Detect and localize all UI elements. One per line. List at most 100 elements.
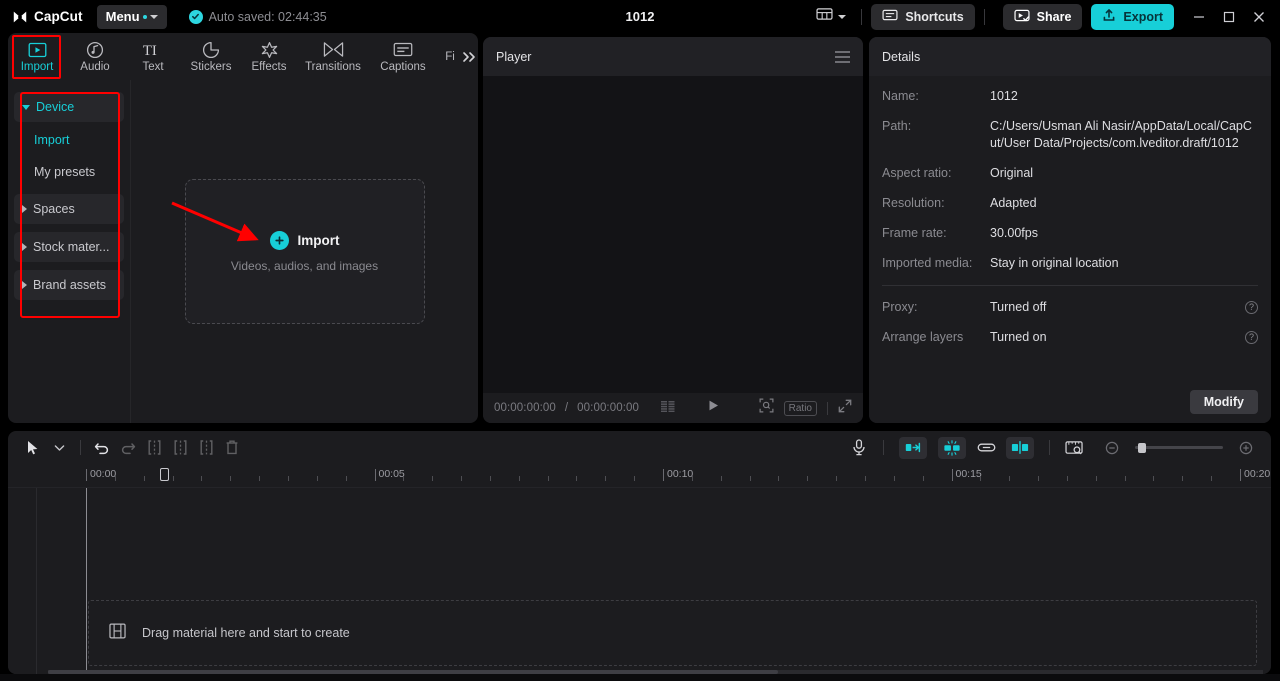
split-button[interactable] (141, 436, 167, 460)
close-button[interactable] (1244, 3, 1274, 31)
auto-adjust-button[interactable] (938, 437, 966, 459)
export-label: Export (1123, 10, 1163, 24)
sidebar-group-device[interactable]: Device (14, 92, 124, 122)
tab-label: Effects (252, 61, 287, 73)
zoom-out-button[interactable] (1099, 436, 1125, 460)
redo-button[interactable] (115, 436, 141, 460)
play-icon[interactable] (707, 399, 720, 417)
trim-right-button[interactable] (193, 436, 219, 460)
mirror-button[interactable] (1006, 437, 1034, 459)
details-value: 30.00fps (990, 225, 1258, 242)
maximize-button[interactable] (1214, 3, 1244, 31)
tab-label: Stickers (191, 61, 232, 73)
undo-button[interactable] (89, 436, 115, 460)
auto-adjust-icon (943, 440, 961, 456)
sidebar-item-label: My presets (34, 165, 95, 179)
divider (883, 440, 884, 455)
delete-button[interactable] (219, 436, 245, 460)
chevron-double-right-icon[interactable] (462, 50, 478, 64)
trim-left-button[interactable] (167, 436, 193, 460)
timeline-ruler[interactable]: 00:0000:0500:1000:1500:20 (8, 464, 1271, 488)
sidebar-item-my-presets[interactable]: My presets (8, 156, 130, 188)
film-strip-icon (109, 623, 126, 644)
tab-stickers[interactable]: Stickers (182, 34, 240, 79)
triangle-right-icon (22, 243, 27, 251)
maximize-icon (1223, 11, 1235, 23)
record-voiceover-button[interactable] (846, 436, 872, 460)
ruler-minor-tick (894, 476, 895, 481)
shortcuts-button[interactable]: Shortcuts (871, 4, 974, 30)
ruler-minor-tick (1125, 476, 1126, 481)
timeline-drop-target[interactable]: Drag material here and start to create (88, 600, 1257, 666)
zoom-in-icon (1239, 441, 1253, 455)
import-sidebar: Device Import My presets Spaces Stock ma… (8, 80, 130, 423)
sidebar-group-spaces[interactable]: Spaces (14, 194, 124, 224)
export-button[interactable]: Export (1091, 4, 1174, 30)
details-row-aspect-ratio: Aspect ratio: Original (882, 165, 1258, 182)
share-button[interactable]: Share (1003, 4, 1083, 30)
fullscreen-icon[interactable] (838, 399, 852, 418)
import-dropzone-main: Import (270, 231, 340, 250)
ruler-tick-label: 00:15 (956, 468, 982, 480)
zoom-fit-icon[interactable] (759, 398, 774, 418)
details-label: Aspect ratio: (882, 165, 990, 182)
playhead-handle[interactable] (160, 468, 169, 481)
layout-icon (816, 7, 833, 26)
details-row-imported-media: Imported media: Stay in original locatio… (882, 255, 1258, 272)
select-tool-dropdown[interactable] (46, 436, 72, 460)
import-dropzone[interactable]: Import Videos, audios, and images (185, 179, 425, 324)
triangle-down-icon (22, 105, 30, 110)
split-icon (148, 440, 161, 455)
ratio-button[interactable]: Ratio (784, 401, 817, 416)
menu-button[interactable]: Menu (97, 5, 167, 29)
details-panel: Details Name: 1012 Path: C:/Users/Usman … (869, 37, 1271, 423)
hamburger-menu-icon[interactable] (835, 51, 850, 63)
triangle-right-icon (22, 205, 27, 213)
timeline-playhead[interactable] (86, 488, 87, 674)
player-video-stage[interactable] (483, 76, 863, 393)
details-row-frame-rate: Frame rate: 30.00fps (882, 225, 1258, 242)
ruler-major-tick (952, 469, 953, 481)
details-value: 1012 (990, 88, 1258, 105)
question-mark-icon[interactable]: ? (1245, 301, 1258, 314)
divider (882, 285, 1258, 286)
timeline-track-headers (8, 488, 37, 674)
captions-icon (393, 40, 413, 59)
ruler-minor-tick (980, 476, 981, 481)
tab-text[interactable]: TI Text (124, 34, 182, 79)
quality-bars-icon[interactable] (661, 399, 675, 417)
sidebar-group-brand-assets[interactable]: Brand assets (14, 270, 124, 300)
tab-label: Text (142, 61, 163, 73)
snap-button[interactable] (899, 437, 927, 459)
zoom-in-button[interactable] (1233, 436, 1259, 460)
modify-button[interactable]: Modify (1190, 390, 1258, 414)
tab-import[interactable]: Import (8, 34, 66, 79)
tab-effects[interactable]: Effects (240, 34, 298, 79)
question-mark-icon[interactable]: ? (1245, 331, 1258, 344)
mirror-icon (1011, 441, 1029, 454)
preview-scale-button[interactable] (1061, 436, 1087, 460)
media-import-icon (28, 40, 47, 59)
layout-switch-button[interactable] (810, 3, 852, 30)
minimize-button[interactable] (1184, 3, 1214, 31)
divider (984, 9, 985, 25)
tab-filters[interactable]: Fi (438, 34, 462, 79)
microphone-icon (852, 439, 866, 456)
zoom-slider-handle[interactable] (1138, 443, 1146, 453)
ruler-minor-tick (634, 476, 635, 481)
ruler-minor-tick (1153, 476, 1154, 481)
timeline-zoom-slider[interactable] (1135, 446, 1223, 449)
tab-captions[interactable]: Captions (368, 34, 438, 79)
import-panel: Device Import My presets Spaces Stock ma… (8, 80, 478, 423)
sidebar-group-stock-materials[interactable]: Stock mater... (14, 232, 124, 262)
tab-transitions[interactable]: Transitions (298, 34, 368, 79)
select-tool[interactable] (20, 436, 46, 460)
ruler-minor-tick (865, 476, 866, 481)
link-clips-button[interactable] (973, 436, 999, 460)
tab-audio[interactable]: Audio (66, 34, 124, 79)
share-label: Share (1037, 10, 1072, 24)
player-title: Player (496, 50, 531, 64)
upload-icon (1102, 8, 1116, 25)
sidebar-item-import[interactable]: Import (8, 124, 130, 156)
close-icon (1253, 11, 1265, 23)
